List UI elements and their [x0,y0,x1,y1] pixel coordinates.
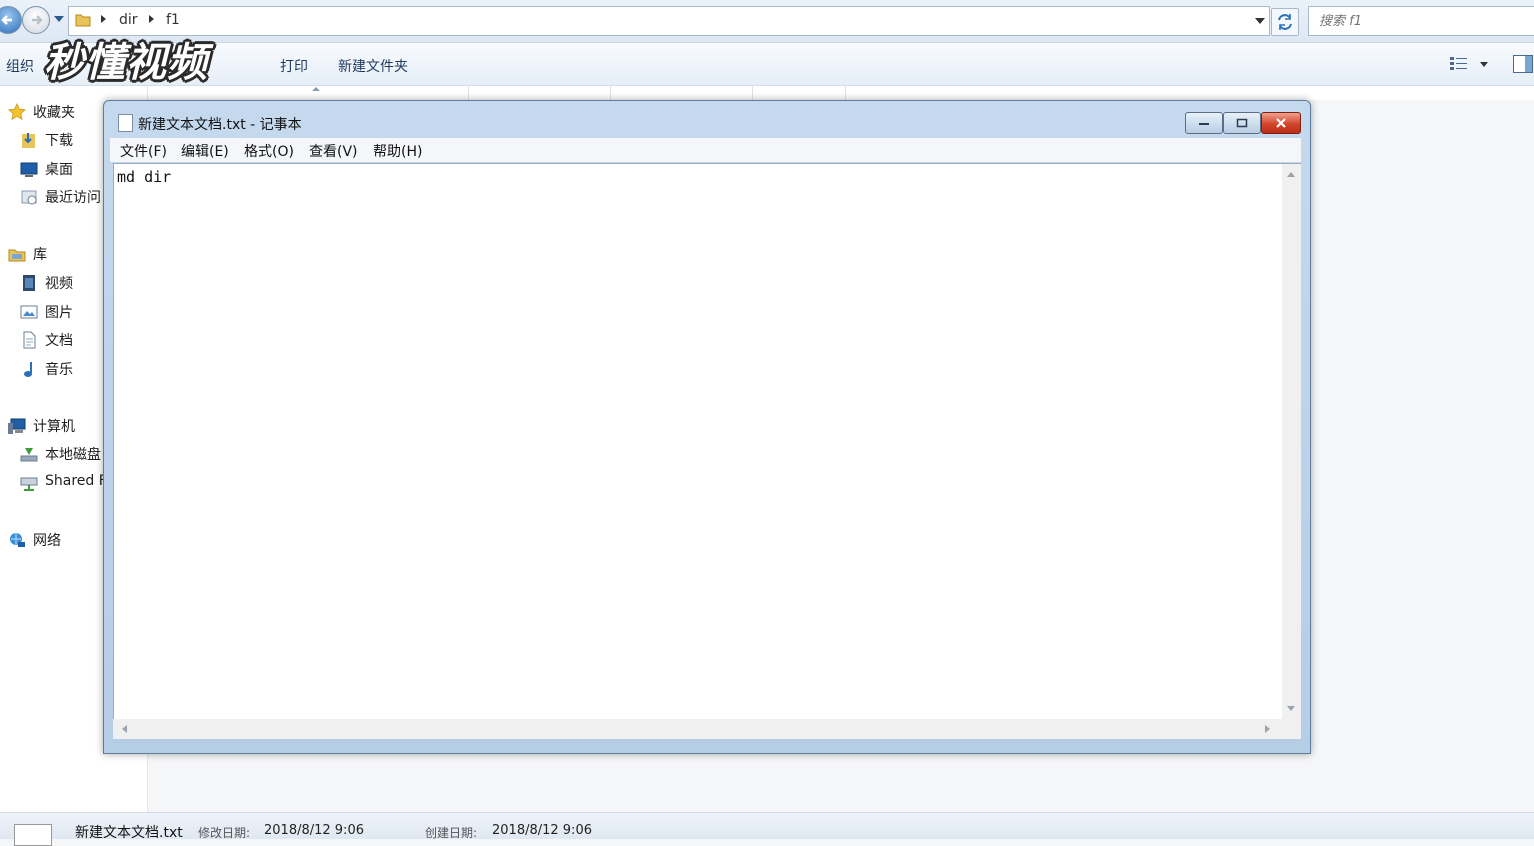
back-arrow-icon [1,15,12,25]
nav-label: Shared F [45,473,107,489]
computer-icon [8,418,26,434]
menu-format[interactable]: 格式(O) [244,141,294,161]
nav-label: 桌面 [45,162,73,178]
scroll-left-icon[interactable] [122,725,127,733]
organize-button[interactable]: 组织 [6,56,34,76]
address-bar: dir f1 [0,0,1534,43]
scroll-right-icon[interactable] [1265,725,1270,733]
search-input[interactable] [1309,7,1521,35]
vertical-scrollbar[interactable] [1282,163,1301,720]
minimize-button[interactable] [1185,112,1223,134]
notepad-icon [118,114,133,132]
refresh-button[interactable] [1271,8,1299,36]
music-icon [24,362,32,377]
menu-edit[interactable]: 编辑(E) [181,141,229,161]
breadcrumb-separator-icon[interactable] [101,15,106,23]
folder-icon [75,14,91,27]
star-icon [8,103,26,120]
modified-label: 修改日期: [198,826,251,840]
nav-label: 网络 [33,533,61,549]
scroll-up-icon[interactable] [1287,172,1295,177]
pictures-icon [20,305,38,319]
nav-label: 文档 [45,333,73,349]
network-drive-icon [20,477,38,491]
nav-label: 图片 [45,305,73,321]
menu-view[interactable]: 查看(V) [309,141,358,161]
desktop-icon [20,162,38,177]
libraries-icon [8,249,26,262]
sort-indicator-icon [312,87,320,91]
new-folder-button[interactable]: 新建文件夹 [338,56,408,76]
address-history-dropdown-icon[interactable] [1255,18,1265,24]
menu-help[interactable]: 帮助(H) [373,141,422,161]
breadcrumb-dir[interactable]: dir [119,12,138,28]
menu-bar: 文件(F) 编辑(E) 格式(O) 查看(V) 帮助(H) [110,138,1301,162]
horizontal-scrollbar[interactable] [113,719,1282,739]
text-editor-area [113,163,1283,722]
view-options-dropdown-icon[interactable] [1480,62,1488,67]
nav-label: 音乐 [45,362,73,378]
documents-icon [23,331,36,349]
close-icon [1276,118,1286,128]
address-field[interactable]: dir f1 [68,6,1270,36]
nav-label: 库 [33,247,47,263]
close-button[interactable] [1261,112,1301,134]
nav-label: 视频 [45,276,73,292]
menu-file[interactable]: 文件(F) [120,141,167,161]
nav-label: 最近访问 [45,190,101,206]
videos-icon [23,275,35,291]
recent-pages-dropdown-icon[interactable] [54,15,64,23]
nav-label: 计算机 [33,419,75,435]
forward-arrow-icon [32,15,43,25]
created-date: 2018/8/12 9:06 [492,823,592,838]
nav-label: 本地磁盘 [45,447,101,463]
refresh-icon [1278,14,1292,30]
minimize-icon [1199,123,1209,125]
created-label: 创建日期: [425,826,478,840]
text-file-icon [14,824,52,846]
scroll-down-icon[interactable] [1287,706,1295,711]
maximize-button[interactable] [1223,112,1261,134]
local-disk-icon [20,448,38,462]
downloads-folder-icon [22,133,35,148]
window-title: 新建文本文档.txt - 记事本 [138,117,302,133]
watermark-logo: 秒懂视频 [44,40,208,86]
change-view-icon[interactable] [1450,56,1468,72]
back-button[interactable] [0,6,22,34]
breadcrumb-f1[interactable]: f1 [166,12,180,28]
selected-file-name: 新建文本文档.txt [75,825,183,841]
preview-pane-icon[interactable] [1513,55,1533,73]
search-box[interactable] [1308,6,1534,36]
modified-date: 2018/8/12 9:06 [264,823,364,838]
notepad-window: 新建文本文档.txt - 记事本 文件(F) 编辑(E) 格式(O) 查看(V)… [103,100,1311,754]
text-content[interactable] [114,164,1280,722]
print-button[interactable]: 打印 [280,56,308,76]
file-list-column-header [148,86,1534,100]
breadcrumb-separator-icon[interactable] [149,15,154,23]
restore-icon [1236,118,1248,128]
command-toolbar: 组织 打印 新建文件夹 [0,43,1534,86]
nav-label: 下载 [45,133,73,149]
recent-places-icon [21,190,37,205]
nav-label: 收藏夹 [33,105,75,121]
resize-grip[interactable] [1282,719,1301,739]
network-icon [10,533,25,547]
details-pane: 新建文本文档.txt 修改日期: 2018/8/12 9:06 创建日期: 20… [0,812,1534,846]
